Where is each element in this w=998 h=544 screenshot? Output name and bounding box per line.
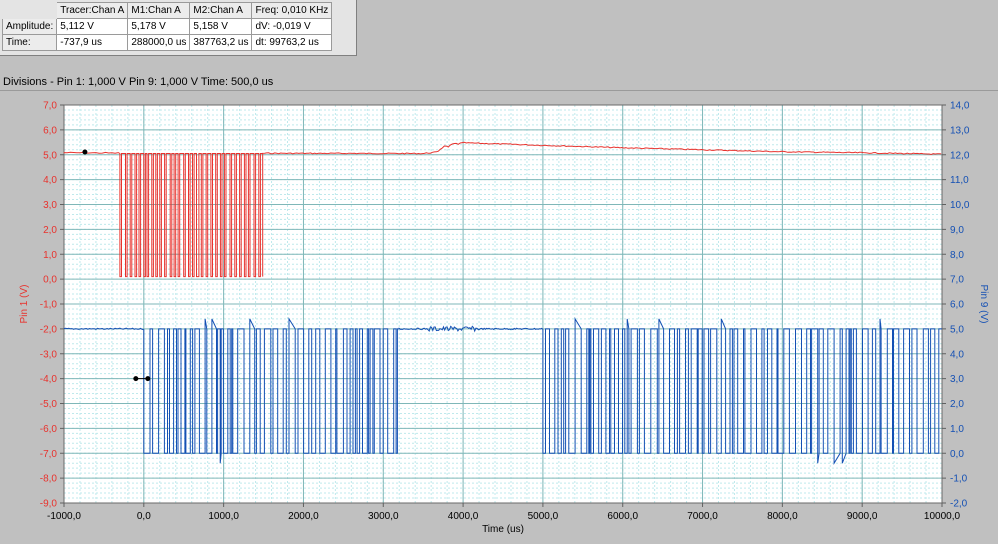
readout-header-freq: Freq: 0,010 KHz <box>251 2 333 19</box>
left-tick-label: 7,0 <box>43 101 57 112</box>
left-tick-label: 5,0 <box>43 150 57 161</box>
left-tick-label: 2,0 <box>43 225 57 236</box>
x-tick-label: 8000,0 <box>767 511 798 522</box>
x-tick-label: 2000,0 <box>288 511 319 522</box>
readout-amplitude-row: Amplitude: 5,112 V 5,178 V 5,158 V dV: -… <box>1 18 333 35</box>
left-axis-label: Pin 1 (V) <box>19 285 30 324</box>
right-tick-label: 6,0 <box>950 300 964 311</box>
readout-header-m1: M1:Chan A <box>127 2 191 19</box>
x-tick-label: 1000,0 <box>208 511 239 522</box>
amplitude-dv-value: dV: -0,019 V <box>251 18 333 35</box>
x-tick-label: 5000,0 <box>528 511 559 522</box>
readout-time-row: Time: -737,9 us 288000,0 us 387763,2 us … <box>1 34 333 51</box>
x-tick-label: -1000,0 <box>47 511 81 522</box>
right-tick-label: 2,0 <box>950 399 964 410</box>
amplitude-tracer-value: 5,112 V <box>56 18 129 35</box>
left-tick-label: 3,0 <box>43 200 57 211</box>
left-tick-label: 0,0 <box>43 275 57 286</box>
x-tick-label: 10000,0 <box>924 511 961 522</box>
right-tick-label: 10,0 <box>950 200 970 211</box>
right-tick-label: 1,0 <box>950 424 964 435</box>
right-tick-label: 11,0 <box>950 175 969 186</box>
x-axis-label: Time (us) <box>482 524 524 535</box>
right-tick-label: 14,0 <box>950 101 970 112</box>
amplitude-m1-value: 5,178 V <box>127 18 191 35</box>
left-tick-label: -3,0 <box>40 349 58 360</box>
left-tick-label: -8,0 <box>40 474 58 485</box>
right-tick-label: 3,0 <box>950 374 964 385</box>
right-tick-label: 5,0 <box>950 324 964 335</box>
x-tick-label: 7000,0 <box>687 511 718 522</box>
readout-corner <box>1 2 58 19</box>
left-tick-label: -4,0 <box>40 374 58 385</box>
cursor-readout-table: Tracer:Chan A M1:Chan A M2:Chan A Freq: … <box>1 2 333 51</box>
time-m1-value: 288000,0 us <box>127 34 191 51</box>
time-label: Time: <box>1 34 58 51</box>
left-tick-label: -7,0 <box>40 449 58 460</box>
right-tick-label: 13,0 <box>950 125 970 136</box>
right-tick-label: -1,0 <box>950 474 968 485</box>
oscilloscope-chart[interactable]: 7,0 6,0 5,0 4,0 3,0 2,0 1,0 0,0 -1,0 -2,0 -3,0 -4,0… <box>0 91 998 544</box>
x-tick-label: 6000,0 <box>607 511 638 522</box>
cursor-marker[interactable] <box>82 149 88 155</box>
left-tick-label: -1,0 <box>40 300 58 311</box>
left-tick-label: -9,0 <box>40 499 58 510</box>
right-tick-label: 4,0 <box>950 349 964 360</box>
left-tick-label: 6,0 <box>43 125 57 136</box>
amplitude-m2-value: 5,158 V <box>189 18 253 35</box>
time-tracer-value: -737,9 us <box>56 34 129 51</box>
divisions-info: Divisions - Pin 1: 1,000 V Pin 9: 1,000 … <box>3 76 274 88</box>
readout-header-tracer: Tracer:Chan A <box>56 2 129 19</box>
x-tick-label: 9000,0 <box>847 511 878 522</box>
right-tick-label: 12,0 <box>950 150 970 161</box>
right-tick-label: 9,0 <box>950 225 964 236</box>
amplitude-label: Amplitude: <box>1 18 58 35</box>
right-tick-label: 0,0 <box>950 449 964 460</box>
right-tick-label: 8,0 <box>950 250 964 261</box>
left-tick-label: -2,0 <box>40 324 58 335</box>
time-m2-value: 387763,2 us <box>189 34 253 51</box>
cursor-readout-panel: Tracer:Chan A M1:Chan A M2:Chan A Freq: … <box>0 0 357 56</box>
plot-frame: 7,0 6,0 5,0 4,0 3,0 2,0 1,0 0,0 -1,0 -2,0 -3,0 -4,0… <box>0 90 998 544</box>
left-tick-label: 1,0 <box>43 250 57 261</box>
readout-header-row: Tracer:Chan A M1:Chan A M2:Chan A Freq: … <box>1 2 333 19</box>
time-dt-value: dt: 99763,2 us <box>251 34 333 51</box>
right-tick-label: 7,0 <box>950 275 964 286</box>
x-tick-label: 3000,0 <box>368 511 399 522</box>
left-tick-label: -6,0 <box>40 424 58 435</box>
readout-header-m2: M2:Chan A <box>189 2 253 19</box>
left-tick-label: -5,0 <box>40 399 58 410</box>
x-tick-label: 4000,0 <box>448 511 479 522</box>
x-tick-label: 0,0 <box>137 511 151 522</box>
right-tick-label: -2,0 <box>950 499 968 510</box>
left-tick-label: 4,0 <box>43 175 57 186</box>
right-axis-label: Pin 9 (V) <box>978 285 989 324</box>
